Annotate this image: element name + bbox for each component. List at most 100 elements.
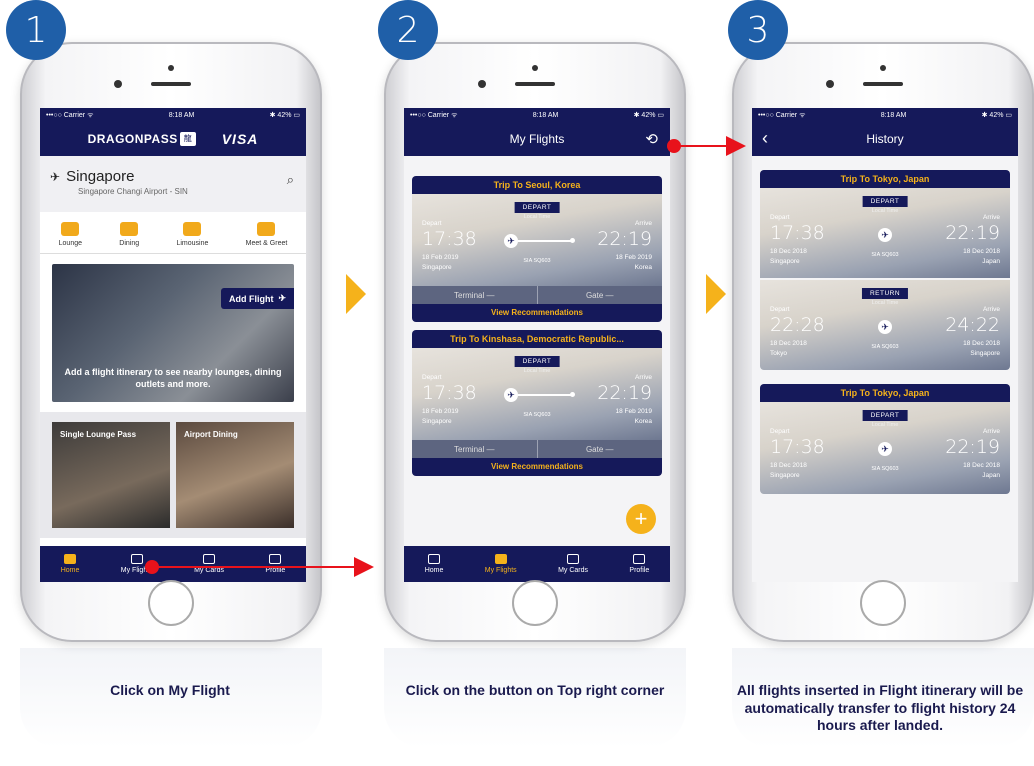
flight-card[interactable]: Trip To Seoul, Korea DEPART Local Time D… — [412, 176, 662, 322]
service-meet-greet[interactable]: Meet & Greet — [246, 222, 287, 247]
tab-my-cards[interactable]: My Cards — [194, 554, 224, 574]
tab-my-cards[interactable]: My Cards — [558, 554, 588, 574]
flight-code: SIA SQ603 — [523, 258, 551, 264]
depart-label: Depart — [422, 374, 442, 381]
arrive-time: 24:22 — [945, 314, 1000, 336]
trip-title: Trip To Tokyo, Japan — [760, 170, 1010, 188]
plane-icon: ✈ — [504, 234, 518, 248]
local-time-label: Local Time — [523, 368, 551, 374]
tab-home[interactable]: Home — [425, 554, 443, 574]
arrive-time: 22:19 — [597, 382, 652, 404]
plus-icon: + — [634, 506, 648, 531]
add-flight-button[interactable]: Add Flight ✈ — [220, 288, 294, 309]
local-time-label: Local Time — [523, 214, 551, 220]
history-card[interactable]: Trip To Tokyo, Japan DEPART Local Time D… — [760, 384, 1010, 494]
visa-logo: VISA — [221, 131, 259, 147]
next-step-chevron-icon — [706, 274, 726, 314]
service-limousine[interactable]: Limousine — [176, 222, 208, 247]
tab-profile[interactable]: Profile — [629, 554, 649, 574]
home-hardware-button[interactable] — [512, 580, 558, 626]
origin-city: Singapore — [422, 418, 452, 425]
status-bar: •••○○ Carrier ᯤ 8:18 AM ✱ 42% ▭ — [752, 108, 1018, 122]
step-badge-3: 3 — [728, 0, 788, 60]
history-screen: •••○○ Carrier ᯤ 8:18 AM ✱ 42% ▭ ‹ History … — [752, 108, 1018, 582]
home-icon — [428, 554, 441, 564]
history-header: ‹ History — [752, 122, 1018, 156]
depart-date: 18 Feb 2019 — [422, 254, 459, 261]
phone-2: •••○○ Carrier ᯤ 8:18 AM ✱ 42% ▭ My Flights… — [384, 42, 686, 642]
view-recommendations-button[interactable]: View Recommendations — [412, 304, 662, 322]
service-lounge[interactable]: Lounge — [59, 222, 82, 247]
hero-banner: Add Flight ✈ Add a flight itinerary to se… — [52, 264, 294, 402]
tab-bar: Home My Flights My Cards Profile — [40, 546, 306, 582]
arrive-label: Arrive — [635, 220, 652, 227]
step-3-caption: All flights inserted in Flight itinerary… — [736, 682, 1024, 733]
destination-city: Japan — [982, 472, 1000, 479]
gate-info: Gate — — [585, 290, 614, 300]
flight-card[interactable]: Trip To Kinshasa, Democratic Republic...… — [412, 330, 662, 476]
home-icon — [64, 554, 77, 564]
city-name: Singapore — [66, 168, 135, 185]
leg-tag: DEPART — [862, 410, 908, 421]
leg-tag: DEPART — [862, 196, 908, 207]
flight-code: SIA SQ603 — [871, 466, 899, 472]
tile-airport-dining[interactable]: Airport Dining — [176, 422, 294, 528]
depart-time: 17:38 — [422, 228, 477, 250]
airport-name: Singapore Changi Airport - SIN — [78, 187, 188, 196]
history-icon[interactable]: ⟲ — [645, 130, 658, 148]
home-hardware-button[interactable] — [148, 580, 194, 626]
terminal-gate-row: Terminal — Gate — — [412, 286, 662, 304]
step-badge-1: 1 — [6, 0, 66, 60]
depart-label: Depart — [770, 214, 790, 221]
destination-city: Korea — [634, 418, 652, 425]
leg-tag: RETURN — [861, 288, 909, 299]
tab-bar: Home My Flights My Cards Profile — [404, 546, 670, 582]
airport-selector[interactable]: ✈︎ Singapore Singapore Changi Airport - … — [40, 156, 306, 212]
tab-my-flights[interactable]: My Flights — [485, 554, 517, 574]
phone-1: •••○○ Carrier ᯤ 8:18 AM ✱ 42% ▭ DRAGONPASS… — [20, 42, 322, 642]
hero-caption: Add a flight itinerary to see nearby lou… — [64, 366, 282, 389]
limousine-icon — [183, 222, 202, 236]
depart-date: 18 Dec 2018 — [770, 248, 807, 255]
profile-icon — [633, 554, 646, 564]
add-flight-fab[interactable]: + — [626, 504, 656, 534]
terminal-info: Terminal — — [412, 440, 538, 458]
arrive-time: 22:19 — [945, 222, 1000, 244]
view-recommendations-button[interactable]: View Recommendations — [412, 458, 662, 476]
depart-label: Depart — [422, 220, 442, 227]
arrive-date: 18 Dec 2018 — [963, 248, 1000, 255]
plane-icon — [494, 554, 507, 564]
flight-code: SIA SQ603 — [871, 344, 899, 350]
depart-time: 17:38 — [770, 436, 825, 458]
tile-lounge-pass[interactable]: Single Lounge Pass — [52, 422, 170, 528]
tab-home[interactable]: Home — [61, 554, 79, 574]
tab-profile[interactable]: Profile — [265, 554, 285, 574]
plane-icon: ✈ — [278, 293, 286, 303]
dining-icon — [120, 222, 139, 236]
status-bar: •••○○ Carrier ᯤ 8:18 AM ✱ 42% ▭ — [40, 108, 306, 122]
tab-my-flights[interactable]: My Flights — [121, 554, 153, 574]
depart-date: 18 Dec 2018 — [770, 340, 807, 347]
my-flights-screen: •••○○ Carrier ᯤ 8:18 AM ✱ 42% ▭ My Flights… — [404, 108, 670, 582]
dragonpass-mark-icon: 龍 — [179, 132, 196, 146]
status-bar: •••○○ Carrier ᯤ 8:18 AM ✱ 42% ▭ — [404, 108, 670, 122]
service-dining[interactable]: Dining — [119, 222, 139, 247]
origin-city: Singapore — [770, 472, 800, 479]
depart-time: 22:28 — [770, 314, 825, 336]
terminal-info: Terminal — — [412, 286, 538, 304]
arrive-time: 22:19 — [597, 228, 652, 250]
plane-icon: ✈ — [878, 320, 892, 334]
back-chevron-icon[interactable]: ‹ — [762, 128, 768, 149]
destination-city: Japan — [982, 258, 1000, 265]
arrive-date: 18 Feb 2019 — [615, 254, 652, 261]
history-card[interactable]: Trip To Tokyo, Japan DEPART Local Time D… — [760, 170, 1010, 370]
flight-code: SIA SQ603 — [523, 412, 551, 418]
brand-header: DRAGONPASS 龍 VISA — [40, 122, 306, 156]
arrive-date: 18 Dec 2018 — [963, 340, 1000, 347]
search-icon[interactable]: ⌕ — [287, 172, 294, 188]
home-hardware-button[interactable] — [860, 580, 906, 626]
trip-title: Trip To Tokyo, Japan — [760, 384, 1010, 402]
leg-tag: DEPART — [514, 356, 560, 367]
arrive-date: 18 Dec 2018 — [963, 462, 1000, 469]
my-flights-header: My Flights ⟲ — [404, 122, 670, 156]
